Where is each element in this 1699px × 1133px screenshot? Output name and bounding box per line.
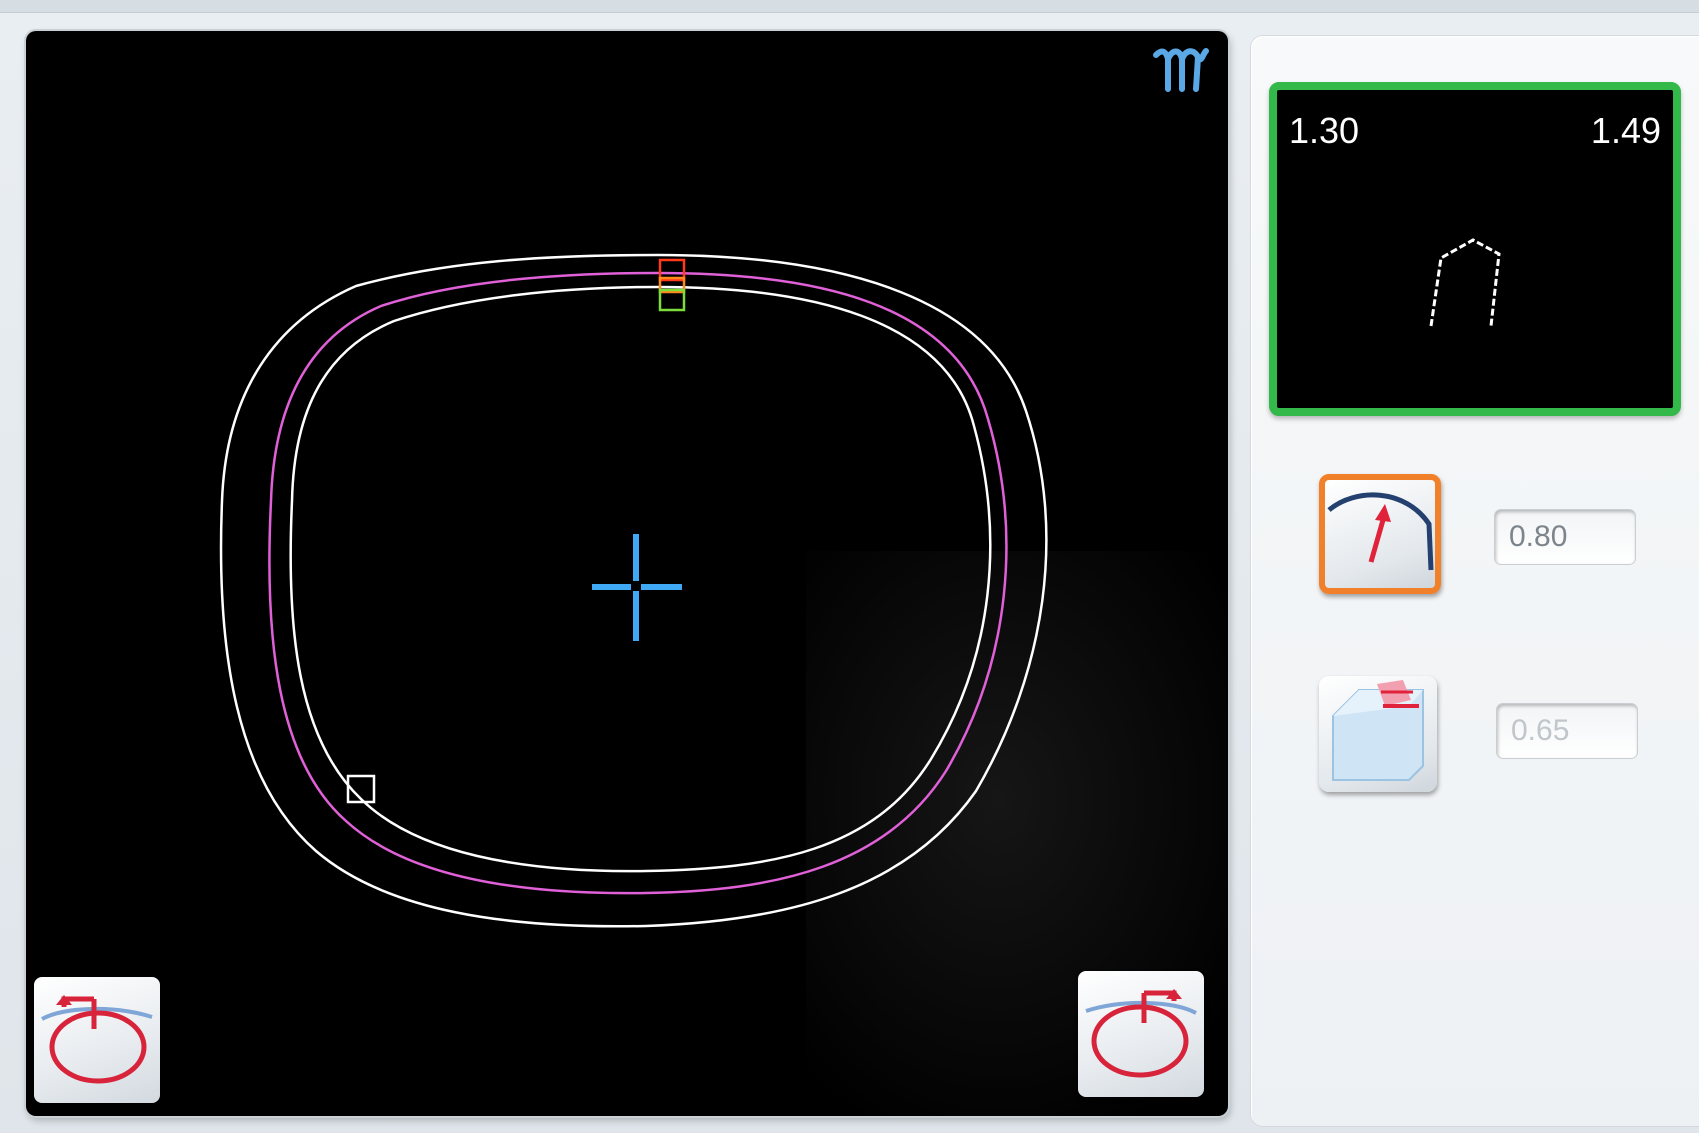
- crosshair-icon: [592, 534, 682, 641]
- rotate-right-icon: [1085, 989, 1197, 1078]
- chamfer-value-field[interactable]: 0.65: [1497, 704, 1637, 758]
- lens-shape-drawing: [219, 253, 1048, 928]
- outer-contour: [219, 253, 1048, 928]
- radius-gauge-icon: [1327, 492, 1434, 571]
- rotate-left-button[interactable]: [34, 977, 160, 1103]
- settings-side-panel: 1.30 1.49 0.80 0.65: [1251, 36, 1699, 1126]
- radius-value-field[interactable]: 0.80: [1495, 510, 1635, 564]
- inner-contour: [289, 285, 992, 873]
- rotate-right-button[interactable]: [1078, 971, 1204, 1097]
- lens-shape-canvas[interactable]: [26, 31, 1228, 1116]
- radius-button[interactable]: [1319, 474, 1441, 594]
- brand-logo-icon: [1153, 48, 1209, 92]
- bevel-profile-icon: [1429, 238, 1501, 327]
- top-bar: [0, 0, 1699, 13]
- bevel-profile-selector[interactable]: 1.30 1.49: [1269, 82, 1681, 416]
- rotate-left-icon: [41, 995, 153, 1084]
- chamfer-button[interactable]: [1319, 676, 1437, 792]
- chamfer-block-icon: [1332, 680, 1424, 781]
